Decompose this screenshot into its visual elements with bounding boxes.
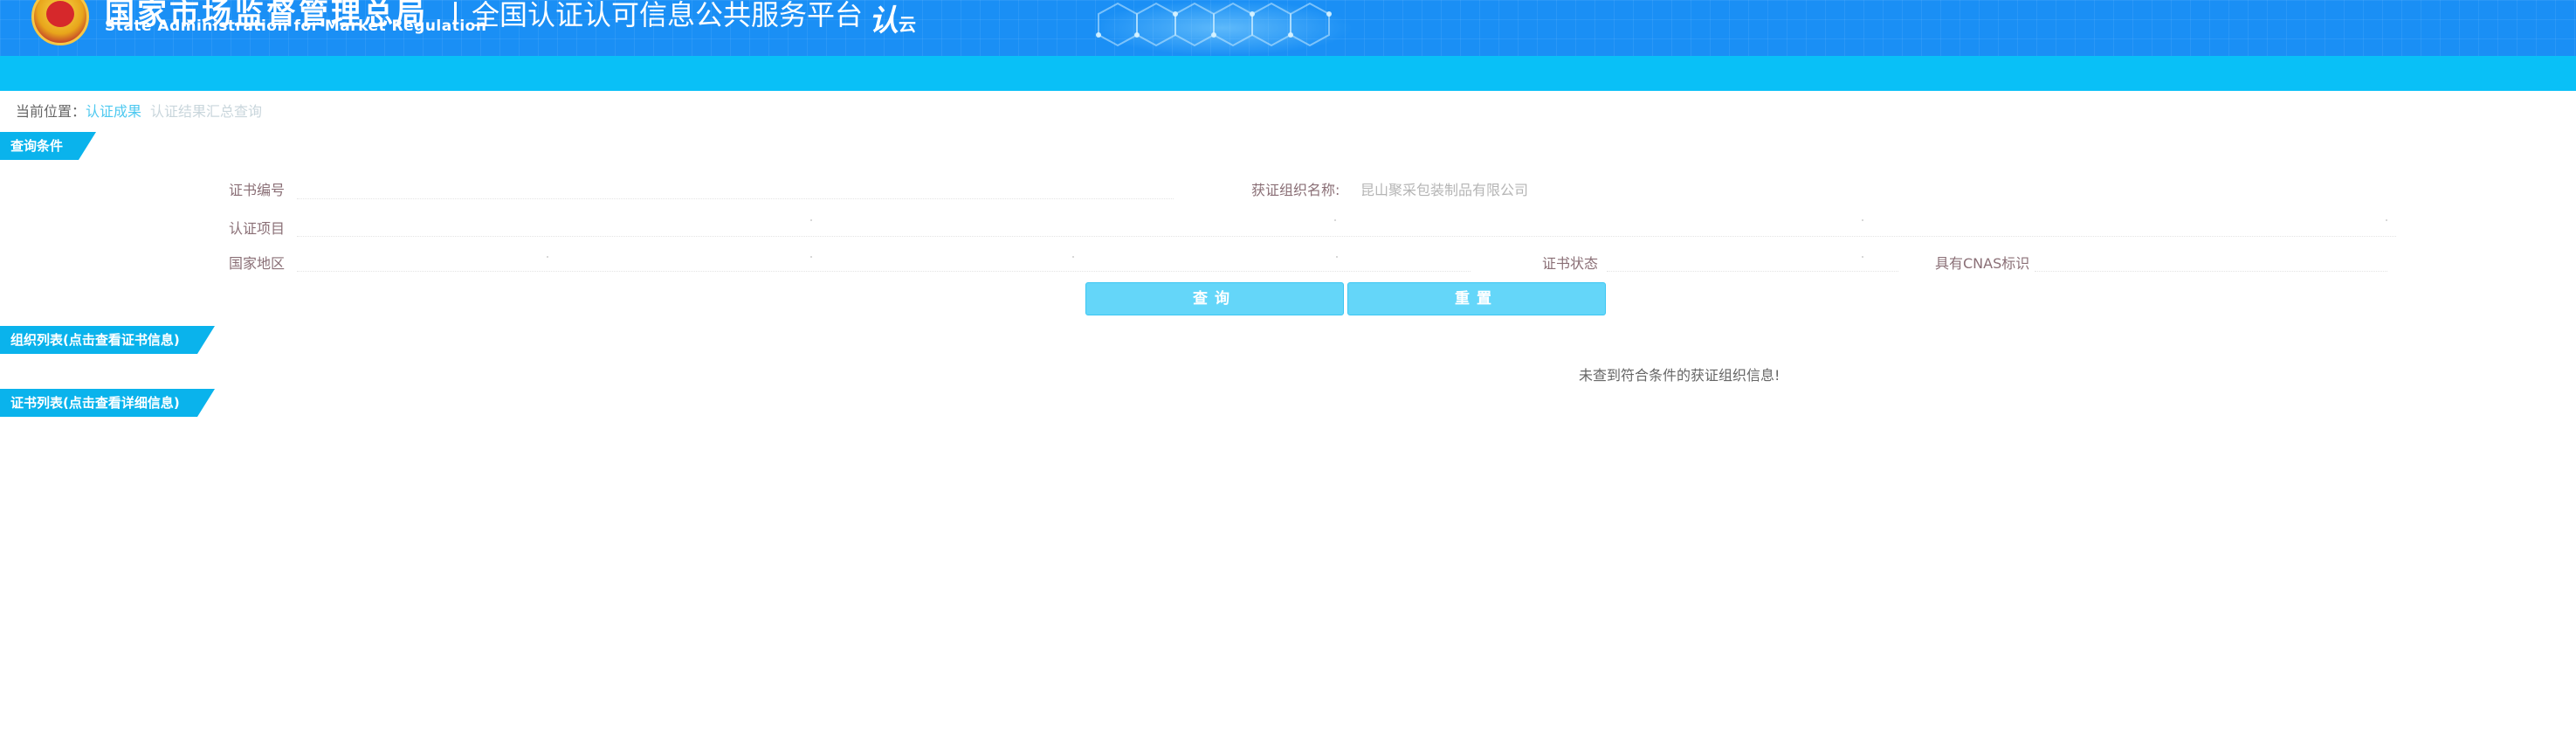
platform-logo: 认云 [869, 0, 916, 39]
field-separator-dot [1336, 256, 1338, 258]
platform-logo-sub: 云 [899, 14, 916, 35]
reset-button[interactable]: 重置 [1347, 282, 1606, 315]
breadcrumb-link-results[interactable]: 认证成果 [86, 103, 141, 120]
cert-status-label: 证书状态 [1542, 255, 1599, 272]
field-separator-dot [810, 219, 812, 221]
org-name-input[interactable]: 昆山聚采包装制品有限公司 [1360, 178, 1528, 199]
cert-status-select[interactable] [1607, 246, 1898, 272]
section-tab-cert-list: 证书列表(点击查看详细信息) [0, 389, 215, 417]
field-separator-dot [1072, 256, 1074, 258]
country-select[interactable] [297, 246, 1471, 272]
breadcrumb: 当前位置：认证成果 认证结果汇总查询 [16, 100, 262, 121]
platform-logo-main: 认 [869, 3, 899, 38]
field-separator-dot [1334, 219, 1336, 221]
country-label: 国家地区 [229, 255, 286, 272]
hexagon-network-decoration [1096, 2, 1332, 47]
platform-title: 全国认证认可信息公共服务平台 [472, 0, 864, 31]
project-input[interactable] [297, 211, 2396, 237]
agency-name-en: State Administration for Market Regulati… [105, 17, 487, 35]
org-name-label: 获证组织名称: [1251, 182, 1340, 198]
breadcrumb-prefix: 当前位置： [16, 103, 86, 120]
nav-bar [0, 56, 2576, 91]
field-separator-dot [547, 256, 548, 258]
section-tab-org-list: 组织列表(点击查看证书信息) [0, 326, 215, 354]
field-separator-dot [1862, 219, 1863, 221]
field-separator-dot [1862, 256, 1863, 258]
header-divider [454, 2, 457, 24]
project-label: 认证项目 [229, 220, 286, 237]
field-separator-dot [2386, 219, 2387, 221]
cert-no-input[interactable] [297, 174, 1174, 199]
field-separator-dot [810, 256, 812, 258]
cert-no-label: 证书编号 [229, 182, 286, 198]
search-button[interactable]: 查询 [1085, 282, 1344, 315]
cnas-label: 具有CNAS标识 [1935, 255, 2030, 272]
section-tab-query: 查询条件 [0, 132, 96, 160]
site-header: 国家市场监督管理总局 State Administration for Mark… [0, 0, 2576, 56]
cnas-select[interactable] [2035, 246, 2387, 272]
breadcrumb-current: 认证结果汇总查询 [150, 103, 263, 120]
emblem-center [46, 1, 74, 27]
empty-result-message: 未查到符合条件的获证组织信息! [1579, 367, 1780, 384]
